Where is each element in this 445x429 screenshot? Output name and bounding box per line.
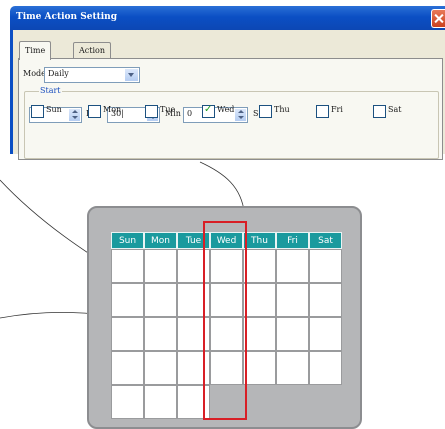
wednesday-highlight-box — [203, 221, 247, 420]
calendar-cell — [144, 317, 177, 351]
calendar-header-mon: Mon — [144, 232, 177, 249]
calendar-cell — [111, 249, 144, 283]
calendar-header-thu: Thu — [243, 232, 276, 249]
calendar-cell — [243, 283, 276, 317]
calendar-cell — [243, 351, 276, 385]
calendar-header-sat: Sat — [309, 232, 342, 249]
calendar-cell — [111, 283, 144, 317]
calendar-cell — [309, 249, 342, 283]
calendar-cell — [144, 351, 177, 385]
calendar-header-fri: Fri — [276, 232, 309, 249]
calendar-cell — [144, 283, 177, 317]
calendar-cell — [276, 249, 309, 283]
calendar-header-sun: Sun — [111, 232, 144, 249]
calendar-cell — [309, 351, 342, 385]
calendar-cell — [276, 283, 309, 317]
calendar-cell — [111, 351, 144, 385]
calendar-cell — [276, 351, 309, 385]
calendar-cell — [144, 249, 177, 283]
calendar-cell — [276, 317, 309, 351]
calendar-cell — [309, 317, 342, 351]
calendar-cell — [144, 385, 177, 419]
calendar-cell — [309, 283, 342, 317]
calendar-cell — [111, 385, 144, 419]
calendar-cell — [243, 249, 276, 283]
tab-time[interactable]: Time — [19, 41, 52, 60]
calendar-cell — [243, 317, 276, 351]
calendar-cell — [111, 317, 144, 351]
